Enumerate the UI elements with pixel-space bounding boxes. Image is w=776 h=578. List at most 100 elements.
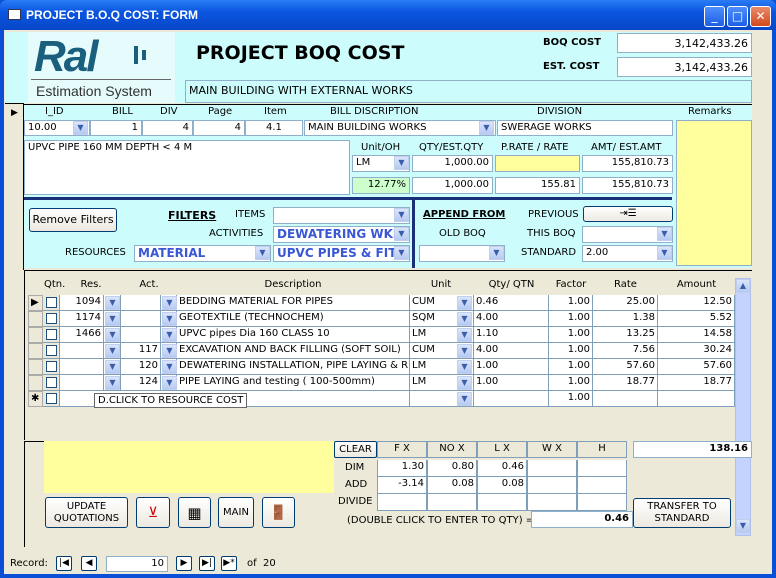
checkbox-icon[interactable] [46, 329, 57, 340]
res-dropdown-icon[interactable]: ▼ [105, 296, 120, 310]
checkbox-icon[interactable] [46, 393, 57, 404]
res-cell[interactable] [60, 343, 104, 359]
amount-cell[interactable] [658, 391, 735, 407]
div-field[interactable]: 4 [142, 120, 193, 136]
old-boq-dropdown-icon[interactable]: ▼ [489, 246, 504, 260]
act-dropdown-icon[interactable]: ▼ [162, 344, 177, 358]
rate-cell[interactable]: 57.60 [593, 359, 658, 375]
remarks-field[interactable] [676, 120, 752, 266]
clear-filter-button[interactable]: ⊻ [136, 497, 170, 528]
scroll-up-icon[interactable]: ▲ [736, 279, 750, 293]
resources-sub-dropdown-icon[interactable]: ▼ [394, 246, 409, 260]
amount-cell[interactable]: 30.24 [658, 343, 735, 359]
res-cell[interactable] [60, 359, 104, 375]
item-field[interactable]: 4.1 [245, 120, 303, 136]
update-quotations-button[interactable]: UPDATE QUOTATIONS [45, 497, 128, 528]
unit-dropdown-icon[interactable]: ▼ [457, 296, 472, 310]
qty-cell[interactable]: 1.00 [474, 375, 549, 391]
calc-cell[interactable] [477, 494, 527, 511]
act-dropdown-icon[interactable]: ▼ [162, 376, 177, 390]
activities-filter-field[interactable]: DEWATERING WKS [273, 226, 410, 243]
description-cell[interactable]: PIPE LAYING and testing ( 100-500mm) [177, 375, 410, 391]
act-dropdown-icon[interactable]: ▼ [162, 312, 177, 326]
act-dropdown-icon[interactable]: ▼ [162, 296, 177, 310]
res-cell[interactable]: 1174 [60, 311, 104, 327]
resources-filter-field[interactable]: MATERIAL [134, 245, 271, 262]
factor-cell[interactable]: 1.00 [549, 295, 593, 311]
bill-desc-dropdown-icon[interactable]: ▼ [479, 121, 494, 135]
act-cell[interactable]: 124 [121, 375, 161, 391]
main-button[interactable]: MAIN [218, 497, 254, 528]
amount-cell[interactable]: 14.58 [658, 327, 735, 343]
factor-cell[interactable]: 1.00 [549, 391, 593, 407]
checkbox-icon[interactable] [46, 313, 57, 324]
act-dropdown-icon[interactable]: ▼ [162, 360, 177, 374]
row-selector[interactable] [28, 327, 43, 343]
calc-cell[interactable]: 0.08 [477, 477, 527, 494]
calc-cell[interactable] [577, 494, 627, 511]
resources-dropdown-icon[interactable]: ▼ [255, 246, 270, 260]
p-rate-field[interactable] [495, 155, 580, 172]
subform-scrollbar[interactable]: ▲ ▼ [735, 278, 751, 536]
remove-filters-button[interactable]: Remove Filters [29, 208, 117, 232]
unit-dropdown-icon[interactable]: ▼ [457, 328, 472, 342]
first-record-button[interactable]: |◀ [56, 556, 72, 571]
res-dropdown-icon[interactable]: ▼ [105, 344, 120, 358]
calc-cell[interactable] [527, 477, 577, 494]
next-record-button[interactable]: ▶ [176, 556, 192, 571]
qty-cell[interactable]: 1.10 [474, 327, 549, 343]
calc-cell[interactable] [377, 494, 427, 511]
unit-dropdown-icon[interactable]: ▼ [457, 376, 472, 390]
record-number-field[interactable]: 10 [106, 556, 168, 572]
res-dropdown-icon[interactable]: ▼ [105, 328, 120, 342]
res-cell[interactable] [60, 375, 104, 391]
record-selector[interactable]: ▶ [5, 103, 24, 270]
item-description-field[interactable]: UPVC PIPE 160 MM DEPTH < 4 M [24, 140, 350, 195]
checkbox-icon[interactable] [46, 377, 57, 388]
calc-cell[interactable] [527, 460, 577, 477]
checkbox-icon[interactable] [46, 297, 57, 308]
description-cell[interactable]: EXCAVATION AND BACK FILLING (SOFT SOIL) [177, 343, 410, 359]
last-record-button[interactable]: ▶| [199, 556, 215, 571]
row-selector[interactable] [28, 375, 43, 391]
unit-dropdown-icon[interactable]: ▼ [394, 156, 409, 170]
notes-field[interactable] [44, 441, 334, 493]
unit-dropdown-icon[interactable]: ▼ [457, 360, 472, 374]
qty-cell[interactable]: 0.46 [474, 295, 549, 311]
unit-dropdown-icon[interactable]: ▼ [457, 344, 472, 358]
factor-cell[interactable]: 1.00 [549, 327, 593, 343]
this-boq-dropdown-icon[interactable]: ▼ [657, 227, 672, 241]
act-cell[interactable]: 117 [121, 343, 161, 359]
unit-dropdown-icon[interactable]: ▼ [457, 392, 472, 406]
scroll-down-icon[interactable]: ▼ [736, 519, 750, 533]
qty-cell[interactable]: 4.00 [474, 311, 549, 327]
exit-button[interactable]: 🚪 [262, 497, 295, 528]
checkbox-icon[interactable] [46, 361, 57, 372]
calculator-button[interactable]: ▦ [178, 497, 211, 528]
qty-cell[interactable]: 4.00 [474, 343, 549, 359]
qty-field[interactable]: 1,000.00 [412, 155, 493, 172]
qty-cell[interactable]: 1.00 [474, 359, 549, 375]
calc-cell[interactable]: 1.30 [377, 460, 427, 477]
calc-cell[interactable]: 0.08 [427, 477, 477, 494]
act-cell[interactable] [121, 295, 161, 311]
description-cell[interactable]: BEDDING MATERIAL FOR PIPES [177, 295, 410, 311]
close-button[interactable]: ✕ [750, 6, 771, 27]
description-cell[interactable]: DEWATERING INSTALLATION, PIPE LAYING & R [177, 359, 410, 375]
new-record-button[interactable]: ▶* [221, 556, 237, 571]
standard-dropdown-icon[interactable]: ▼ [657, 246, 672, 260]
description-cell[interactable]: GEOTEXTILE (TECHNOCHEM) [177, 311, 410, 327]
items-dropdown-icon[interactable]: ▼ [394, 208, 409, 222]
act-dropdown-icon[interactable]: ▼ [162, 328, 177, 342]
previous-record-button[interactable]: ◀ [81, 556, 97, 571]
amount-cell[interactable]: 12.50 [658, 295, 735, 311]
calc-cell[interactable]: 0.80 [427, 460, 477, 477]
items-filter-field[interactable] [273, 207, 410, 224]
amount-cell[interactable]: 57.60 [658, 359, 735, 375]
row-selector[interactable] [28, 343, 43, 359]
act-cell[interactable] [121, 327, 161, 343]
calc-cell[interactable]: 0.46 [477, 460, 527, 477]
page-field[interactable]: 4 [193, 120, 245, 136]
qty-cell[interactable] [474, 391, 549, 407]
calc-cell[interactable]: -3.14 [377, 477, 427, 494]
